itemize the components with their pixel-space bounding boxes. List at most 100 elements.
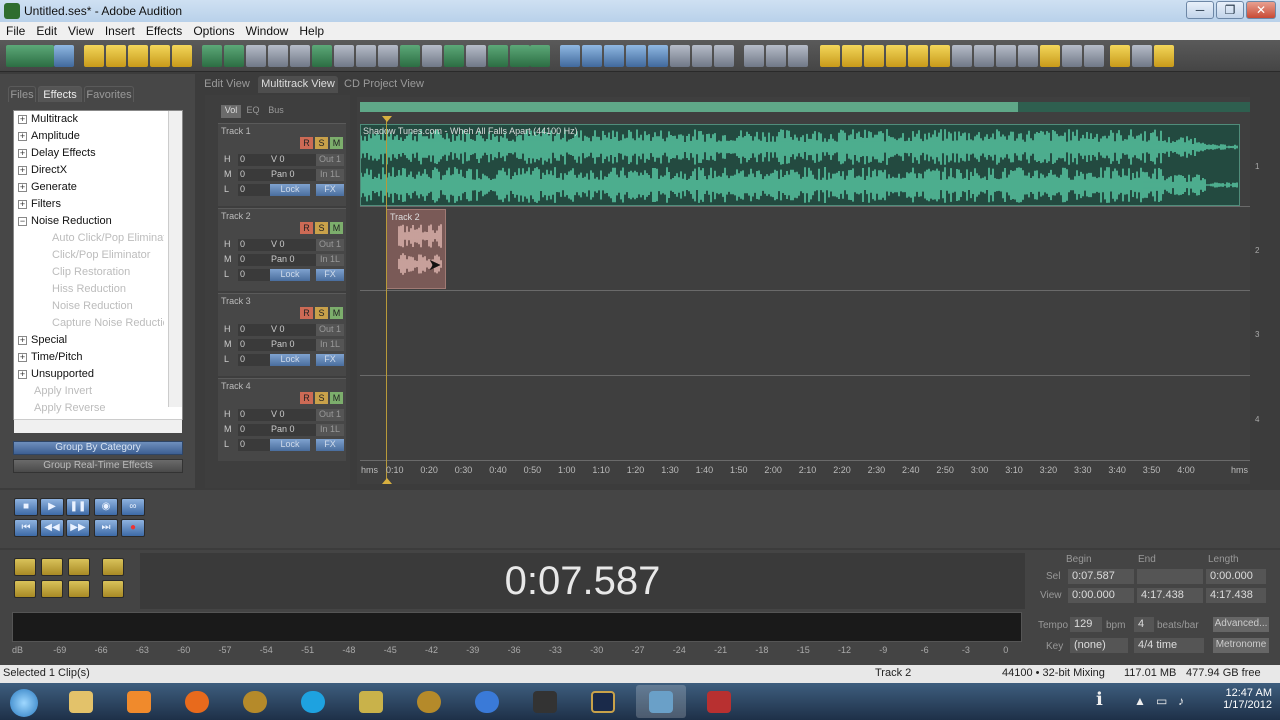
zoom-out-vertical-icon[interactable] (102, 580, 124, 598)
effect-icon[interactable] (224, 45, 244, 67)
expand-icon[interactable]: + (18, 369, 27, 379)
record-icon[interactable]: ● (121, 519, 145, 537)
wow-taskbar-icon[interactable] (404, 685, 454, 718)
zoom-full-icon[interactable] (68, 558, 90, 576)
tab-effects[interactable]: Effects (38, 86, 82, 102)
effects-horizontal-scrollbar[interactable] (14, 419, 182, 433)
volume-field[interactable]: V 0 (270, 409, 316, 421)
tab-cd-project-view[interactable]: CD Project View (342, 76, 426, 93)
league-taskbar-icon[interactable] (578, 685, 628, 718)
skype-taskbar-icon[interactable] (288, 685, 338, 718)
volume-field[interactable]: V 0 (270, 239, 316, 251)
fx-icon[interactable] (626, 45, 646, 67)
sel-length-field[interactable]: 0:00.000 (1206, 569, 1266, 584)
expand-icon[interactable]: + (18, 148, 27, 158)
l-value[interactable]: 0 (238, 439, 274, 451)
tool-icon[interactable] (268, 45, 288, 67)
key-select[interactable]: (none) (1070, 638, 1128, 653)
track-name[interactable]: Track 2 (221, 211, 251, 221)
tool-icon[interactable] (1110, 45, 1130, 67)
volume-tray-icon[interactable]: ♪ (1178, 694, 1184, 708)
mute-button[interactable]: M (330, 307, 343, 319)
network-tray-icon[interactable]: ▭ (1156, 694, 1167, 708)
expand-icon[interactable]: + (18, 182, 27, 192)
m-value[interactable]: 0 (238, 254, 274, 266)
effects-tree-item[interactable]: + Generate (14, 179, 164, 196)
text-tool-icon[interactable] (766, 45, 786, 67)
lock-button[interactable]: Lock (270, 439, 310, 451)
track-name[interactable]: Track 4 (221, 381, 251, 391)
effects-tree-item[interactable]: − Noise Reduction (14, 213, 164, 230)
output-button[interactable]: Out 1 (316, 154, 344, 166)
mute-button[interactable]: M (330, 392, 343, 404)
play-from-cursor-icon[interactable]: ◉ (94, 498, 118, 516)
lock-button[interactable]: Lock (270, 269, 310, 281)
undo-icon[interactable] (202, 45, 222, 67)
tab-files[interactable]: Files (8, 86, 36, 102)
go-to-end-icon[interactable]: ⏭ (94, 519, 118, 537)
expand-icon[interactable]: + (18, 199, 27, 209)
playhead-marker-icon[interactable] (382, 478, 392, 484)
group-by-category-button[interactable]: Group By Category (13, 441, 183, 455)
tool-icon[interactable] (1132, 45, 1152, 67)
fast-forward-icon[interactable]: ▶▶ (66, 519, 90, 537)
effects-tree-item[interactable]: Hiss Reduction (14, 281, 164, 298)
fx-button[interactable]: FX (316, 269, 344, 281)
audition-taskbar-icon[interactable] (636, 685, 686, 718)
sel-end-field[interactable] (1137, 569, 1203, 584)
tool-icon[interactable] (1040, 45, 1060, 67)
rewind-icon[interactable]: ◀◀ (40, 519, 64, 537)
tool-icon[interactable] (54, 45, 74, 67)
solo-button[interactable]: S (315, 137, 328, 149)
effects-tree-item[interactable]: + Unsupported (14, 366, 164, 383)
group-realtime-effects-button[interactable]: Group Real-Time Effects (13, 459, 183, 473)
output-button[interactable]: Out 1 (316, 409, 344, 421)
save-all-icon[interactable] (172, 45, 192, 67)
workspace-icon[interactable] (6, 45, 54, 67)
expand-icon[interactable]: + (18, 131, 27, 141)
new-file-icon[interactable] (84, 45, 104, 67)
tab-vol[interactable]: Vol (221, 105, 241, 118)
menu-insert[interactable]: Insert (99, 22, 140, 40)
pan-field[interactable]: Pan 0 (270, 254, 316, 266)
solo-button[interactable]: S (315, 222, 328, 234)
bpm-icon[interactable] (648, 45, 668, 67)
menu-view[interactable]: View (62, 22, 99, 40)
metronome-button[interactable]: Metronome (1213, 638, 1269, 653)
tab-edit-view[interactable]: Edit View (200, 76, 254, 93)
record-arm-button[interactable]: R (300, 392, 313, 404)
tool-icon[interactable] (422, 45, 442, 67)
effects-tree-item[interactable]: Apply Invert (14, 383, 164, 400)
l-value[interactable]: 0 (238, 184, 274, 196)
expand-icon[interactable]: + (18, 352, 27, 362)
lock-button[interactable]: Lock (270, 184, 310, 196)
effects-tree-item[interactable]: Click/Pop Eliminator (14, 247, 164, 264)
fx-button[interactable]: FX (316, 439, 344, 451)
audio-clip-track2[interactable]: Track 2 (386, 209, 446, 289)
tool-icon[interactable] (1084, 45, 1104, 67)
record-arm-button[interactable]: R (300, 222, 313, 234)
menu-effects[interactable]: Effects (140, 22, 187, 40)
minimize-button[interactable]: ─ (1186, 1, 1214, 19)
effects-tree-item[interactable]: + Amplitude (14, 128, 164, 145)
app-taskbar-icon[interactable] (694, 685, 744, 718)
h-value[interactable]: 0 (238, 324, 274, 336)
input-button[interactable]: In 1L (316, 254, 344, 266)
tab-multitrack-view[interactable]: Multitrack View (258, 76, 338, 93)
play-icon[interactable]: ▶ (40, 498, 64, 516)
tool-icon[interactable] (400, 45, 420, 67)
volume-field[interactable]: V 0 (270, 324, 316, 336)
play-to-icon[interactable] (312, 45, 332, 67)
tool-icon[interactable] (952, 45, 972, 67)
tool-icon[interactable] (930, 45, 950, 67)
record-arm-button[interactable]: R (300, 307, 313, 319)
tool-icon[interactable] (290, 45, 310, 67)
effects-tree-item[interactable]: Apply Reverse (14, 400, 164, 417)
effects-tree-item[interactable]: Clip Restoration (14, 264, 164, 281)
show-hidden-icons-icon[interactable]: ▲ (1134, 694, 1146, 708)
input-button[interactable]: In 1L (316, 339, 344, 351)
maximize-button[interactable]: ❐ (1216, 1, 1244, 19)
filter-icon[interactable] (582, 45, 602, 67)
tool-icon[interactable] (842, 45, 862, 67)
tool-icon[interactable] (996, 45, 1016, 67)
